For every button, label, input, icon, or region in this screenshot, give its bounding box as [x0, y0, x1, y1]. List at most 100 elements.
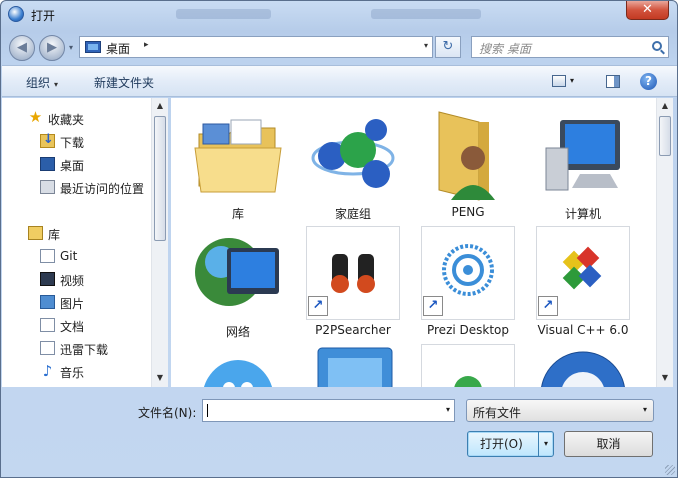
change-view-icon[interactable]	[552, 75, 566, 87]
window-title: 打开	[31, 9, 56, 23]
file-item-name: 家庭组	[334, 207, 371, 221]
download-folder-icon	[40, 132, 55, 148]
nav-item-label: 最近访问的位置	[60, 182, 145, 196]
file-list-scrollbar[interactable]: ▲ ▼	[656, 98, 673, 387]
back-button[interactable]: ◀	[9, 35, 35, 61]
file-item-name: PENG	[451, 205, 485, 219]
back-arrow-icon: ◀	[17, 40, 27, 55]
history-dropdown[interactable]: ▾	[69, 43, 73, 52]
organize-label: 组织	[26, 76, 51, 90]
background-window-tab	[371, 9, 481, 19]
nav-item-label: 音乐	[60, 366, 85, 380]
filetype-value: 所有文件	[473, 406, 522, 420]
cancel-button[interactable]: 取消	[564, 431, 653, 457]
chevron-down-icon: ▾	[54, 80, 59, 89]
navigation-pane-scrollbar[interactable]: ▲ ▼	[151, 98, 168, 387]
scroll-down-icon[interactable]: ▼	[152, 370, 168, 386]
scroll-up-icon[interactable]: ▲	[657, 98, 673, 114]
recent-places-icon	[40, 180, 55, 194]
shortcut-arrow-icon: ↗	[308, 296, 328, 316]
new-folder-button[interactable]: 新建文件夹	[94, 74, 154, 91]
forward-button[interactable]: ▶	[39, 35, 65, 61]
text-caret	[207, 404, 208, 417]
file-item-computer[interactable]: 计算机	[528, 104, 638, 222]
nav-item-desktop[interactable]: 桌面	[2, 154, 151, 174]
scrollbar-thumb[interactable]	[659, 116, 671, 156]
scroll-up-icon[interactable]: ▲	[152, 98, 168, 114]
forward-arrow-icon: ▶	[47, 40, 57, 55]
library-folder-icon	[194, 119, 282, 193]
address-dropdown-icon[interactable]: ▾	[424, 41, 428, 50]
filename-input[interactable]: ▾	[202, 399, 455, 422]
background-window-tab	[176, 9, 271, 19]
preview-pane-icon[interactable]	[606, 75, 620, 88]
nav-item-favorites[interactable]: ★ 收藏夹	[2, 108, 151, 128]
file-item-network[interactable]: 网络	[183, 222, 293, 340]
nav-item-music[interactable]: ♪ 音乐	[2, 361, 151, 381]
file-item-name: P2PSearcher	[315, 323, 391, 337]
file-item-prezi[interactable]: ↗ Prezi Desktop	[413, 222, 523, 340]
refresh-button[interactable]: ↻	[435, 36, 461, 58]
file-item-p2psearcher[interactable]: ↗ P2PSearcher	[298, 222, 408, 340]
nav-item-label: 视频	[60, 274, 85, 288]
file-item-partial[interactable]	[183, 340, 293, 387]
breadcrumb-chevron-icon[interactable]: ▸	[144, 40, 149, 50]
chevron-down-icon: ▾	[642, 405, 647, 414]
nav-item-recent-places[interactable]: 最近访问的位置	[2, 177, 151, 197]
file-item-partial[interactable]	[528, 340, 638, 387]
search-input[interactable]: 搜索 桌面	[471, 36, 669, 58]
filename-label: 文件名(N):	[138, 406, 197, 420]
nav-item-label: 库	[48, 228, 61, 242]
command-bar: 组织 ▾ 新建文件夹 ▾ ?	[2, 65, 677, 97]
nav-item-label: 图片	[60, 297, 85, 311]
music-library-icon: ♪	[42, 362, 53, 380]
open-options-dropdown[interactable]: ▾	[538, 432, 553, 456]
file-item-partial[interactable]	[413, 340, 523, 387]
network-icon	[195, 238, 279, 306]
file-item-partial[interactable]	[298, 340, 408, 387]
star-icon: ★	[28, 108, 43, 126]
green-app-icon	[454, 376, 482, 387]
title-bar: 打开 ✕	[1, 1, 677, 29]
media-player-icon	[317, 347, 393, 387]
close-button[interactable]: ✕	[626, 1, 669, 20]
homegroup-icon	[311, 119, 395, 188]
nav-item-pictures[interactable]: 图片	[2, 292, 151, 312]
file-item-name: Prezi Desktop	[426, 323, 509, 337]
library-icon	[28, 226, 43, 240]
file-item-user-folder[interactable]: PENG	[413, 104, 523, 222]
user-folder-icon	[438, 111, 495, 201]
organize-button[interactable]: 组织 ▾	[26, 74, 58, 91]
pictures-library-icon	[40, 295, 55, 309]
file-item-homegroup[interactable]: 家庭组	[298, 104, 408, 222]
computer-icon	[545, 120, 620, 191]
nav-item-videos[interactable]: 视频	[2, 269, 151, 289]
nav-item-downloads[interactable]: 下载	[2, 131, 151, 151]
scrollbar-thumb[interactable]	[154, 116, 166, 241]
view-options-dropdown[interactable]: ▾	[570, 76, 574, 85]
desktop-icon	[40, 157, 55, 171]
nav-item-git[interactable]: Git	[2, 246, 151, 266]
file-item-library[interactable]: 库	[183, 104, 293, 222]
scroll-down-icon[interactable]: ▼	[657, 370, 673, 386]
file-item-name: 网络	[225, 325, 250, 339]
address-bar[interactable]: 桌面 ▸ ▾	[79, 36, 433, 58]
filetype-select[interactable]: 所有文件 ▾	[466, 399, 654, 422]
git-library-icon	[40, 249, 55, 263]
filename-dropdown-icon[interactable]: ▾	[446, 405, 450, 414]
resize-grip[interactable]	[665, 465, 675, 475]
video-library-icon	[40, 272, 55, 286]
nav-item-label: 桌面	[60, 159, 85, 173]
qq-penguin-icon	[203, 360, 273, 387]
search-icon[interactable]	[652, 41, 662, 51]
nav-item-xunlei[interactable]: 迅雷下载	[2, 338, 151, 358]
nav-item-label: 下载	[60, 136, 85, 150]
nav-item-libraries[interactable]: 库	[2, 223, 151, 243]
help-icon[interactable]: ?	[640, 73, 657, 90]
refresh-icon: ↻	[442, 39, 454, 54]
nav-item-documents[interactable]: 文档	[2, 315, 151, 335]
nav-item-label: 收藏夹	[48, 113, 85, 127]
address-location[interactable]: 桌面	[106, 40, 130, 57]
file-item-visual-cpp[interactable]: ↗ Visual C++ 6.0	[528, 222, 638, 340]
file-item-name: Visual C++ 6.0	[537, 323, 629, 337]
